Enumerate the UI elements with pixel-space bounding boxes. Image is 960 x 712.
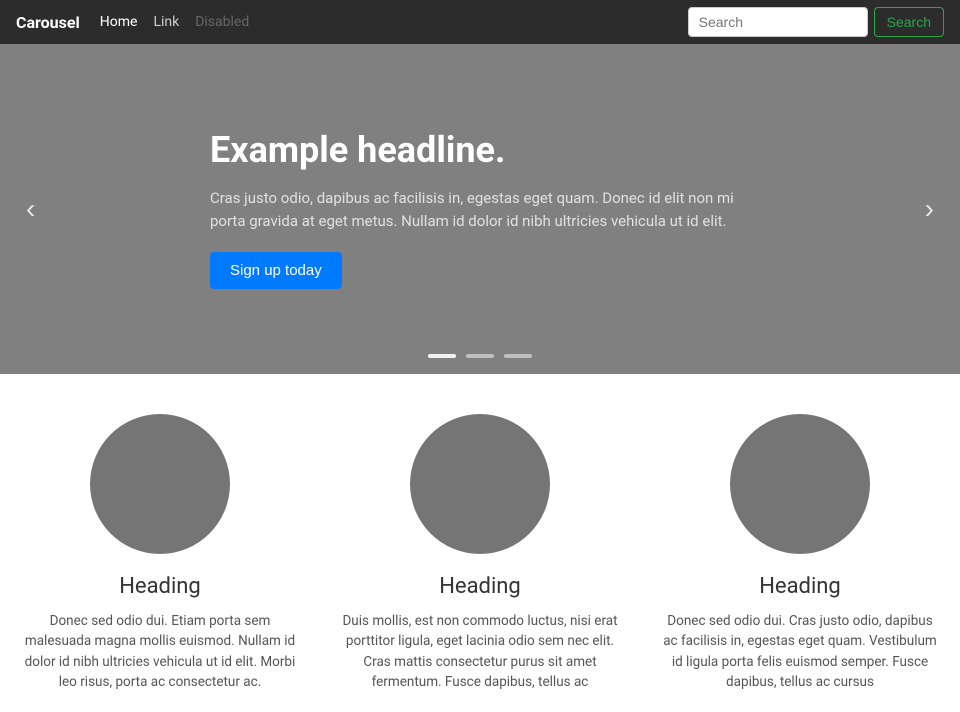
columns-container: Heading Donec sed odio dui. Etiam porta … xyxy=(20,414,940,692)
search-button[interactable]: Search xyxy=(874,7,944,37)
nav-link-disabled: Disabled xyxy=(195,14,249,30)
content-section: Heading Donec sed odio dui. Etiam porta … xyxy=(0,374,960,712)
column-2-image xyxy=(410,414,550,554)
carousel-prev-button[interactable]: ‹ xyxy=(10,183,51,235)
column-3: Heading Donec sed odio dui. Cras justo o… xyxy=(660,414,940,692)
column-1-text: Donec sed odio dui. Etiam porta sem male… xyxy=(20,611,300,692)
column-3-image xyxy=(730,414,870,554)
column-2-text: Duis mollis, est non commodo luctus, nis… xyxy=(340,611,620,692)
carousel-title: Example headline. xyxy=(210,129,750,171)
nav-link-home[interactable]: Home xyxy=(100,14,138,30)
navbar: Carousel Home Link Disabled Search xyxy=(0,0,960,44)
carousel-indicators xyxy=(428,354,532,358)
column-2: Heading Duis mollis, est non commodo luc… xyxy=(340,414,620,692)
column-2-heading: Heading xyxy=(340,574,620,599)
nav-links: Home Link Disabled xyxy=(100,14,688,30)
carousel-next-button[interactable]: › xyxy=(909,183,950,235)
carousel: ‹ Example headline. Cras justo odio, dap… xyxy=(0,44,960,374)
carousel-content: Example headline. Cras justo odio, dapib… xyxy=(130,129,830,289)
column-1: Heading Donec sed odio dui. Etiam porta … xyxy=(20,414,300,692)
nav-link-link[interactable]: Link xyxy=(153,14,179,30)
indicator-1[interactable] xyxy=(428,354,456,358)
column-1-image xyxy=(90,414,230,554)
search-input[interactable] xyxy=(688,7,868,37)
column-3-heading: Heading xyxy=(660,574,940,599)
indicator-2[interactable] xyxy=(466,354,494,358)
navbar-brand[interactable]: Carousel xyxy=(16,13,80,32)
column-3-text: Donec sed odio dui. Cras justo odio, dap… xyxy=(660,611,940,692)
indicator-3[interactable] xyxy=(504,354,532,358)
carousel-text: Cras justo odio, dapibus ac facilisis in… xyxy=(210,187,750,232)
navbar-search: Search xyxy=(688,7,944,37)
carousel-signup-button[interactable]: Sign up today xyxy=(210,252,342,289)
column-1-heading: Heading xyxy=(20,574,300,599)
